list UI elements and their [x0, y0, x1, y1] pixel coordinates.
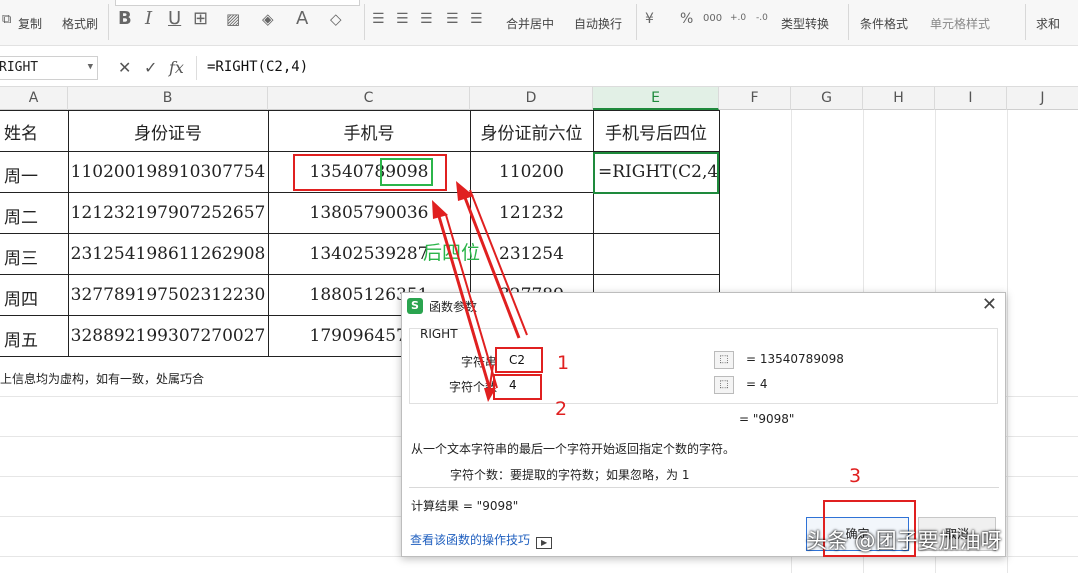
table-cell[interactable]: 121232197907252657 — [68, 203, 268, 223]
column-header-d[interactable]: D — [470, 87, 593, 110]
percent-icon[interactable]: % — [680, 11, 693, 27]
font-color-icon[interactable]: A — [296, 8, 308, 29]
table-cell[interactable]: 327789197502312230 — [68, 285, 268, 305]
align-right-icon[interactable]: ☰ — [420, 11, 433, 27]
table-cell[interactable]: 231254198611262908 — [68, 244, 268, 264]
dialog-title: 函数参数 — [429, 300, 478, 314]
gridline — [1007, 110, 1008, 573]
table-border — [0, 274, 720, 275]
underline-icon[interactable]: U — [168, 8, 181, 29]
decrease-decimal-icon[interactable]: -.0 — [756, 13, 768, 23]
column-header-g[interactable]: G — [791, 87, 863, 110]
italic-icon[interactable]: I — [145, 8, 152, 29]
table-border — [0, 110, 720, 111]
table-cell[interactable]: 121232 — [470, 203, 593, 223]
arg1-result: = 13540789098 — [746, 352, 844, 366]
column-header-f[interactable]: F — [719, 87, 791, 110]
column-header-e[interactable]: E — [593, 87, 719, 110]
column-headers: A B C D E F G H I J — [0, 86, 1078, 110]
table-cell[interactable]: 周四 — [0, 285, 68, 310]
arg1-label: 字符串 — [461, 355, 498, 369]
function-description: 从一个文本字符串的最后一个字符开始返回指定个数的字符。 — [411, 442, 736, 456]
close-icon[interactable]: ✕ — [982, 294, 997, 315]
last-four-highlight-box — [380, 158, 433, 186]
fill-color-icon[interactable]: ▨ — [226, 10, 240, 28]
header-cell-id[interactable]: 身份证号 — [68, 119, 268, 144]
table-cell[interactable]: 周三 — [0, 244, 68, 269]
step-3-label: 3 — [849, 465, 862, 487]
calculation-result: 计算结果 = "9098" — [411, 499, 519, 513]
table-cell[interactable]: 110200198910307754 — [68, 162, 268, 182]
toolbar-divider — [364, 4, 365, 40]
align-left-icon[interactable]: ☰ — [372, 11, 385, 27]
arg1-highlight-box — [495, 347, 543, 373]
confirm-icon[interactable]: ✓ — [144, 58, 157, 77]
bucket-icon[interactable]: ◈ — [262, 10, 274, 28]
table-cell[interactable]: 328892199307270027 — [68, 326, 268, 346]
align-center-icon[interactable]: ☰ — [396, 11, 409, 27]
ribbon-toolbar: ⧉ 复制 格式刷 B I U ⊞ ▨ ◈ A ◇ ☰ ☰ ☰ ☰ ☰ 合并居中 … — [0, 0, 1078, 46]
chevron-down-icon[interactable]: ▼ — [88, 62, 93, 72]
toolbar-divider — [1025, 4, 1026, 40]
arg2-result: = 4 — [746, 377, 768, 391]
toolbar-divider — [636, 4, 637, 40]
argument-description: 字符个数：要提取的字符数；如果忽略，为 1 — [450, 468, 690, 482]
table-cell[interactable]: 110200 — [470, 162, 593, 182]
column-header-b[interactable]: B — [68, 87, 268, 110]
cancel-icon[interactable]: ✕ — [118, 58, 131, 77]
video-play-icon: ▶ — [536, 537, 553, 549]
increase-decimal-icon[interactable]: +.0 — [730, 13, 746, 23]
currency-icon[interactable]: ¥ — [645, 11, 654, 27]
column-header-c[interactable]: C — [268, 87, 470, 110]
step-1-label: 1 — [557, 352, 570, 374]
eraser-icon[interactable]: ◇ — [330, 10, 342, 28]
arg2-highlight-box — [493, 374, 542, 400]
formula-result-preview: = "9098" — [739, 412, 795, 426]
header-cell-id-prefix[interactable]: 身份证前六位 — [470, 119, 593, 144]
header-cell-phone-suffix[interactable]: 手机号后四位 — [593, 119, 719, 144]
column-header-a[interactable]: A — [0, 87, 68, 110]
table-border — [0, 233, 720, 234]
toolbar-divider — [848, 4, 849, 40]
table-cell[interactable]: 231254 — [470, 244, 593, 264]
watermark: 头条 @团子要加油呀 — [806, 529, 1002, 553]
copy-icon: ⧉ — [2, 12, 12, 27]
header-cell-name[interactable]: 姓名 — [0, 119, 68, 144]
table-cell[interactable]: 周二 — [0, 203, 68, 228]
table-cell[interactable]: 周五 — [0, 326, 68, 351]
step-2-label: 2 — [555, 398, 568, 420]
dialog-divider — [409, 487, 999, 488]
justify-icon[interactable]: ☰ — [446, 11, 459, 27]
dialog-titlebar[interactable]: S 函数参数 ✕ — [402, 293, 1005, 319]
table-cell[interactable]: 周一 — [0, 162, 68, 187]
table-cell[interactable]: 13805790036 — [268, 203, 470, 223]
column-header-i[interactable]: I — [935, 87, 1007, 110]
function-tips-link[interactable]: 查看该函数的操作技巧 ▶ — [410, 531, 553, 549]
function-icon[interactable]: fx — [169, 58, 184, 77]
thousands-icon[interactable]: 000 — [703, 13, 722, 24]
disclaimer-note: 上信息均为虚构，如有一致，处属巧合 — [0, 372, 205, 386]
function-name: RIGHT — [420, 327, 458, 341]
active-cell-outline — [593, 152, 719, 194]
border-icon[interactable]: ⊞ — [193, 8, 208, 29]
header-cell-phone[interactable]: 手机号 — [268, 119, 470, 144]
name-box[interactable]: RIGHT ▼ — [0, 56, 98, 80]
toolbar-divider — [108, 4, 109, 40]
column-header-h[interactable]: H — [863, 87, 935, 110]
column-header-j[interactable]: J — [1007, 87, 1078, 110]
font-name-box[interactable] — [115, 0, 360, 6]
app-logo-icon: S — [407, 298, 423, 314]
formula-bar: RIGHT ▼ ✕ ✓ fx =RIGHT(C2,4) — [0, 54, 1078, 82]
range-picker-icon[interactable]: ⬚ — [714, 351, 734, 369]
bold-icon[interactable]: B — [118, 8, 132, 29]
arg2-label: 字符个数 — [449, 380, 498, 394]
last-four-annotation: 后四位 — [423, 242, 481, 264]
distribute-icon[interactable]: ☰ — [470, 11, 483, 27]
formula-input[interactable]: =RIGHT(C2,4) — [196, 56, 1078, 80]
range-picker-icon[interactable]: ⬚ — [714, 376, 734, 394]
